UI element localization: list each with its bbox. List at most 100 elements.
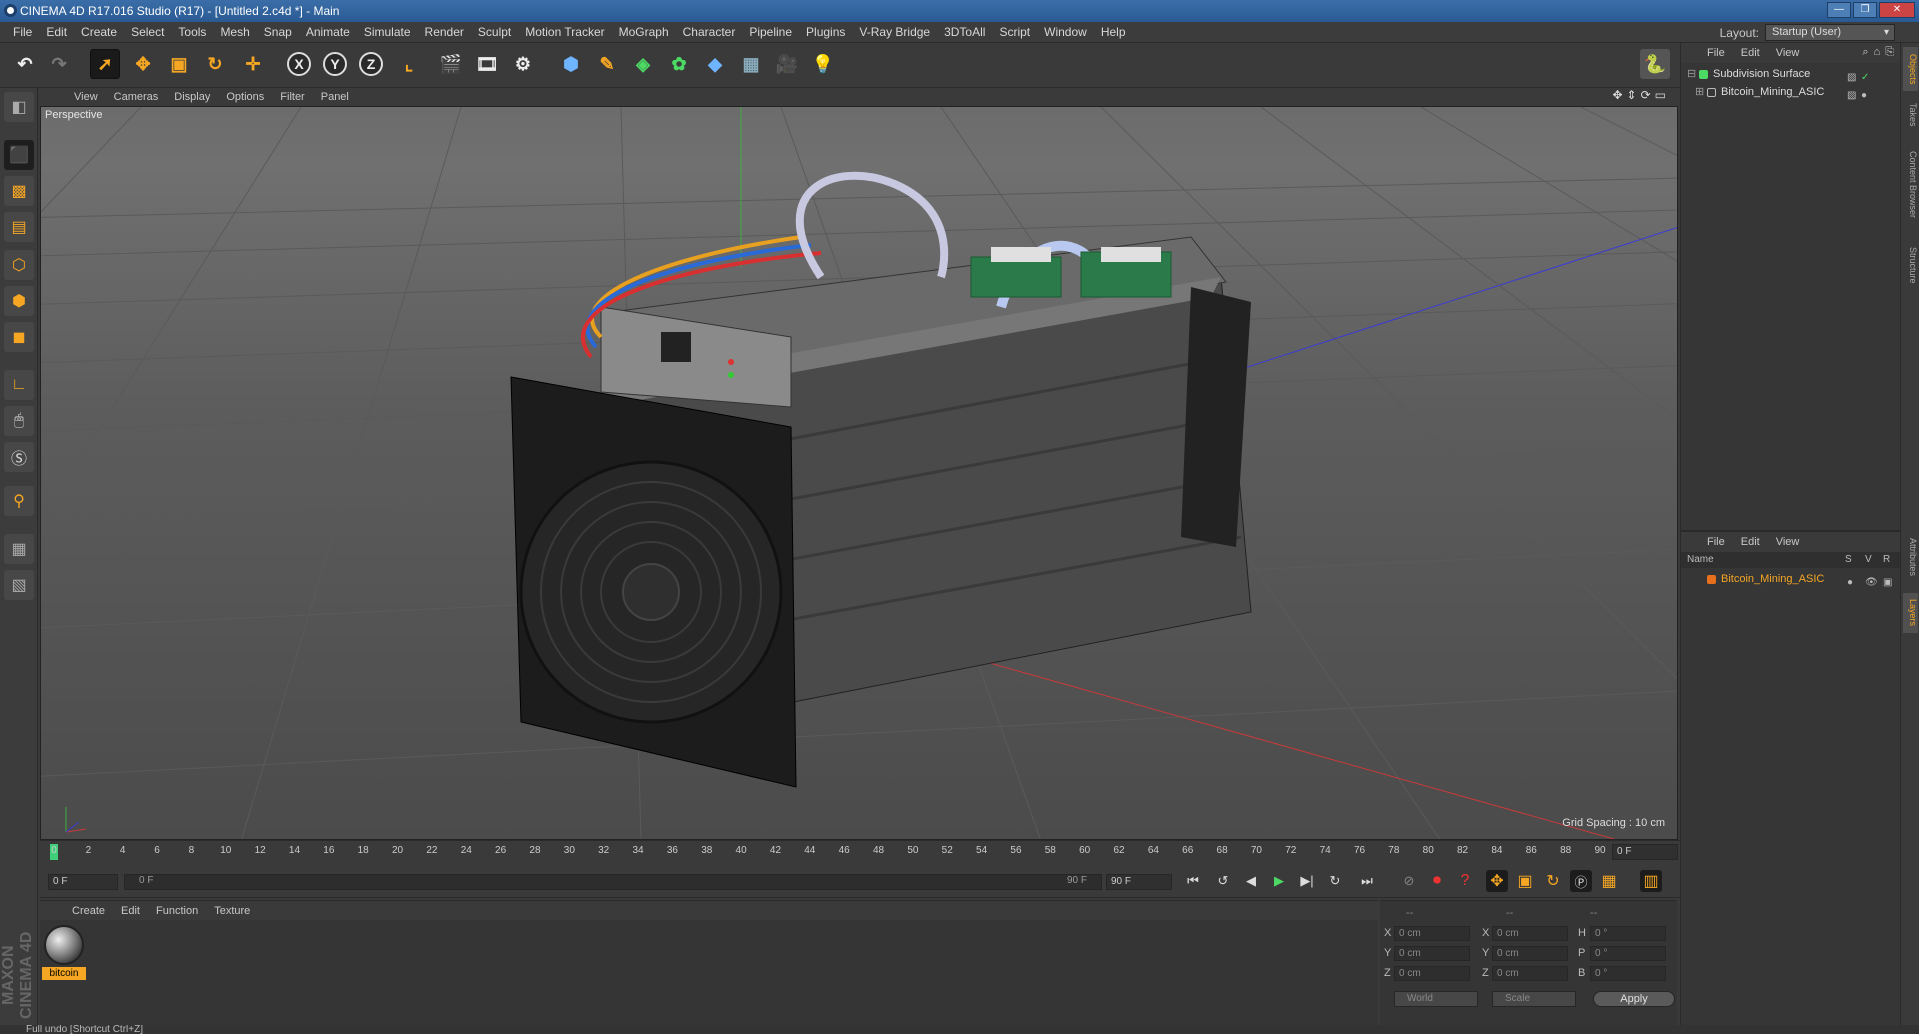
viewport-maximize-icon[interactable]: ▭ xyxy=(1655,88,1666,102)
menu-vray-bridge[interactable]: V-Ray Bridge xyxy=(852,22,937,43)
tab-objects[interactable]: Objects xyxy=(1903,47,1918,91)
current-frame-field[interactable]: 0 F xyxy=(1612,844,1678,860)
layout-dropdown[interactable]: Startup (User) xyxy=(1765,24,1895,41)
menu-snap[interactable]: Snap xyxy=(257,22,299,43)
layer-render-icon[interactable]: ▣ xyxy=(1883,574,1892,592)
menu-3dtoall[interactable]: 3DToAll xyxy=(937,22,992,43)
collapse-toggle-icon[interactable]: ⊟ xyxy=(1687,65,1696,83)
next-key-icon[interactable]: ↻ xyxy=(1324,870,1346,892)
light-icon[interactable]: 💡 xyxy=(808,49,838,79)
menu-character[interactable]: Character xyxy=(676,22,743,43)
material-menu-function[interactable]: Function xyxy=(148,905,206,917)
menu-mograph[interactable]: MoGraph xyxy=(612,22,676,43)
viewport-orbit-icon[interactable]: ⟳ xyxy=(1641,88,1651,102)
move-tool-icon[interactable]: ✥ xyxy=(128,49,158,79)
subdivision-surface-icon[interactable]: ◈ xyxy=(628,49,658,79)
search-icon[interactable]: ⌕ xyxy=(1862,46,1868,59)
x-axis-lock-icon[interactable]: X xyxy=(284,49,314,79)
viewport-menu-filter[interactable]: Filter xyxy=(272,91,312,103)
workplane-lock-icon[interactable]: ▦ xyxy=(4,534,34,564)
object-row-bitcoin-mining-asic[interactable]: ⊞ Bitcoin_Mining_ASIC ▨ ● xyxy=(1681,83,1900,101)
menu-motion-tracker[interactable]: Motion Tracker xyxy=(518,22,611,43)
go-to-end-icon[interactable]: ⏭ xyxy=(1356,870,1378,892)
coordinate-system-icon[interactable]: ⌞ xyxy=(394,49,424,79)
menu-sculpt[interactable]: Sculpt xyxy=(471,22,518,43)
key-rotation-icon[interactable]: ↻ xyxy=(1542,870,1564,892)
menu-simulate[interactable]: Simulate xyxy=(357,22,418,43)
live-selection-icon[interactable]: ➚ xyxy=(90,49,120,79)
next-frame-icon[interactable]: ▶| xyxy=(1296,870,1318,892)
tab-structure[interactable]: Structure xyxy=(1903,239,1918,291)
render-view-icon[interactable]: 🎬 xyxy=(436,49,466,79)
key-position-icon[interactable]: ✥ xyxy=(1486,870,1508,892)
material-menu-create[interactable]: Create xyxy=(64,905,113,917)
tab-content-browser[interactable]: Content Browser xyxy=(1903,139,1918,231)
enable-axis-icon[interactable]: ∟ xyxy=(4,370,34,400)
minimize-button[interactable]: — xyxy=(1827,2,1851,18)
workplane-align-icon[interactable]: ▧ xyxy=(4,570,34,600)
material-swatch[interactable]: bitcoin xyxy=(42,925,86,981)
size-x-field[interactable]: 0 cm xyxy=(1492,926,1568,941)
layer-row-bitcoin-mining-asic[interactable]: Bitcoin_Mining_ASIC ● 👁 ▣ xyxy=(1681,570,1900,588)
undo-icon[interactable]: ↶ xyxy=(10,49,40,79)
tweak-mode-icon[interactable]: 🖱 xyxy=(4,406,34,436)
record-keys-icon[interactable]: ⊘ xyxy=(1398,870,1420,892)
menu-select[interactable]: Select xyxy=(124,22,171,43)
new-window-icon[interactable]: ⎘ xyxy=(1885,46,1894,59)
menu-animate[interactable]: Animate xyxy=(299,22,357,43)
key-scale-icon[interactable]: ▣ xyxy=(1514,870,1536,892)
material-menu-texture[interactable]: Texture xyxy=(206,905,258,917)
autokeying-icon[interactable]: ⏺ xyxy=(1426,870,1448,892)
rotation-h-field[interactable]: 0 ° xyxy=(1590,926,1666,941)
size-y-field[interactable]: 0 cm xyxy=(1492,946,1568,961)
viewport-menu-cameras[interactable]: Cameras xyxy=(106,91,167,103)
layer-solo-icon[interactable]: ● xyxy=(1847,574,1853,592)
texture-mode-icon[interactable]: ▩ xyxy=(4,176,34,206)
edit-visibility-icon[interactable]: ▨ xyxy=(1847,87,1856,105)
timeline-ruler[interactable]: 0 2 4 6 8 10 12 14 16 18 20 22 24 26 28 30 32 34 36 38 40 42 4… xyxy=(40,840,1680,862)
snapping-icon[interactable]: Ⓢ xyxy=(4,442,34,472)
menu-tools[interactable]: Tools xyxy=(171,22,213,43)
menu-script[interactable]: Script xyxy=(992,22,1037,43)
rotation-b-field[interactable]: 0 ° xyxy=(1590,966,1666,981)
go-to-start-icon[interactable]: ⏮ xyxy=(1182,870,1204,892)
cloner-icon[interactable]: ✿ xyxy=(664,49,694,79)
object-menu-view[interactable]: View xyxy=(1768,47,1808,59)
size-z-field[interactable]: 0 cm xyxy=(1492,966,1568,981)
tab-attributes[interactable]: Attributes xyxy=(1903,529,1918,585)
viewport-menu-display[interactable]: Display xyxy=(166,91,218,103)
start-frame-field[interactable]: 0 F xyxy=(48,874,118,890)
menu-plugins[interactable]: Plugins xyxy=(799,22,852,43)
material-tag-icon[interactable]: ● xyxy=(1861,87,1867,105)
previous-key-icon[interactable]: ↺ xyxy=(1212,870,1234,892)
layer-visible-icon[interactable]: 👁 xyxy=(1865,574,1878,592)
menu-mesh[interactable]: Mesh xyxy=(213,22,256,43)
position-z-field[interactable]: 0 cm xyxy=(1394,966,1470,981)
apply-button[interactable]: Apply xyxy=(1593,991,1675,1007)
size-mode-dropdown[interactable]: Scale xyxy=(1492,991,1576,1007)
pen-spline-icon[interactable]: ✎ xyxy=(592,49,622,79)
recent-tool-icon[interactable]: ✛ xyxy=(238,49,268,79)
object-menu-edit[interactable]: Edit xyxy=(1733,47,1768,59)
menu-file[interactable]: File xyxy=(6,22,39,43)
layer-menu-file[interactable]: File xyxy=(1699,536,1733,548)
layer-menu-edit[interactable]: Edit xyxy=(1733,536,1768,548)
render-picture-viewer-icon[interactable]: 🎞 xyxy=(472,49,502,79)
points-mode-icon[interactable]: ⬡ xyxy=(4,250,34,280)
material-menu-edit[interactable]: Edit xyxy=(113,905,148,917)
home-icon[interactable]: ⌂ xyxy=(1874,46,1881,59)
redo-icon[interactable]: ↷ xyxy=(44,49,74,79)
menu-pipeline[interactable]: Pipeline xyxy=(742,22,799,43)
deformer-icon[interactable]: ◆ xyxy=(700,49,730,79)
position-y-field[interactable]: 0 cm xyxy=(1394,946,1470,961)
magnet-icon[interactable]: ⚲ xyxy=(4,486,34,516)
position-x-field[interactable]: 0 cm xyxy=(1394,926,1470,941)
tab-takes[interactable]: Takes xyxy=(1903,99,1918,131)
menu-window[interactable]: Window xyxy=(1037,22,1094,43)
frame-range-slider[interactable]: 0 F 90 F xyxy=(124,874,1102,890)
key-point-level-icon[interactable]: ▦ xyxy=(1598,870,1620,892)
menu-render[interactable]: Render xyxy=(418,22,471,43)
expand-toggle-icon[interactable]: ⊞ xyxy=(1695,83,1704,101)
rotation-p-field[interactable]: 0 ° xyxy=(1590,946,1666,961)
close-button[interactable]: ✕ xyxy=(1879,2,1915,18)
